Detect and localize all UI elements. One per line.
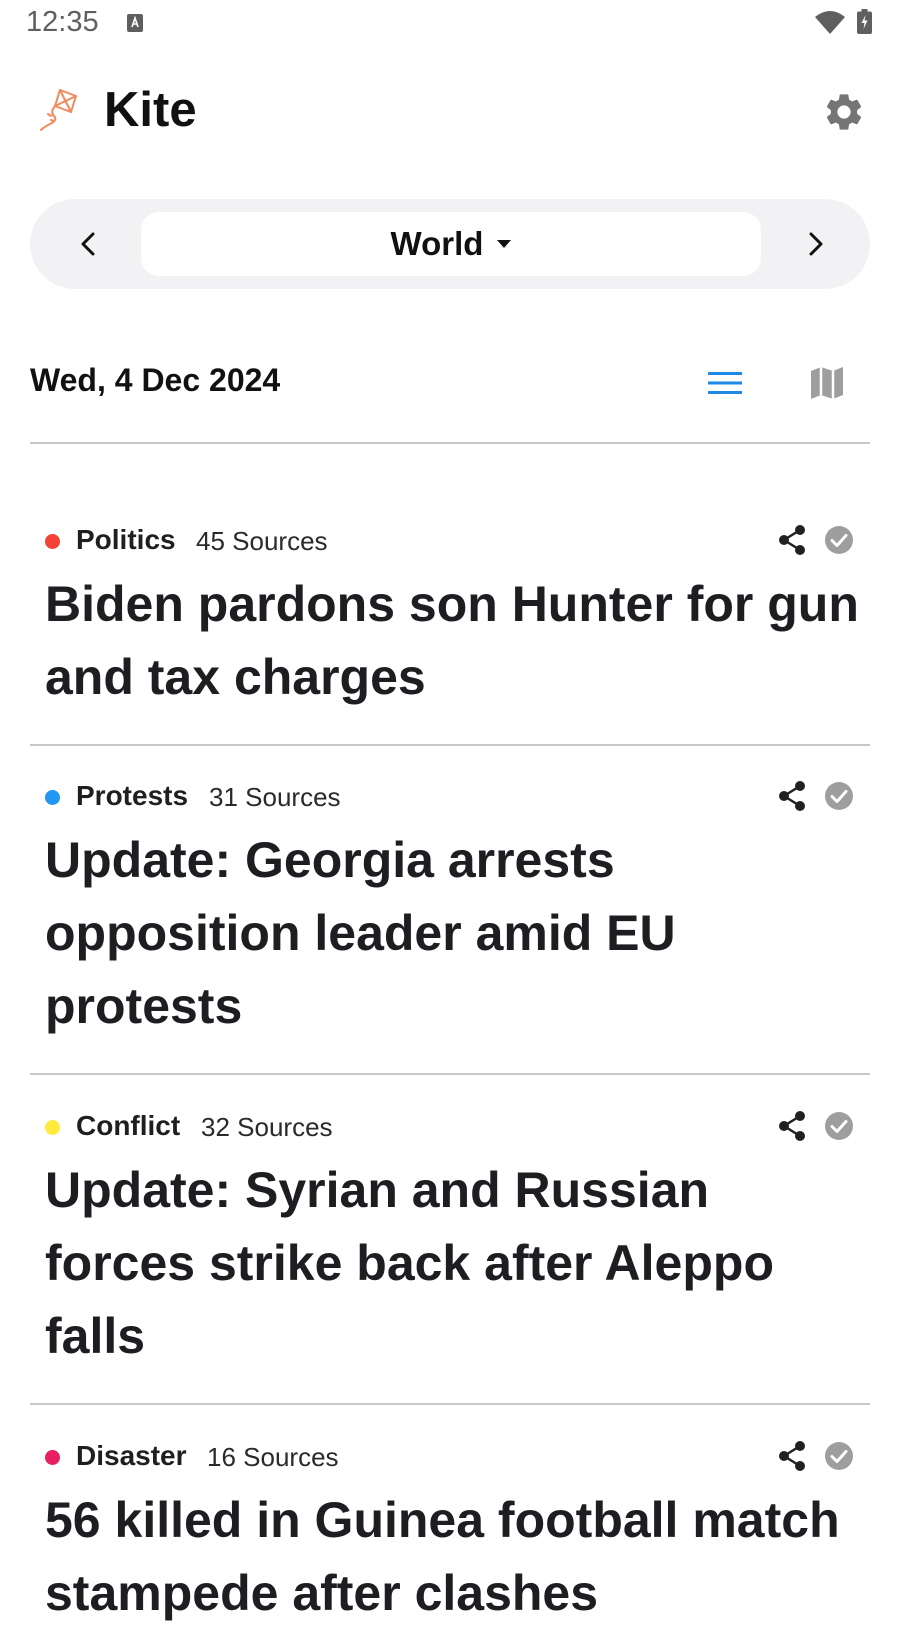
sources-count: 16 Sources xyxy=(207,1442,339,1472)
settings-button[interactable] xyxy=(820,88,868,136)
category-label: Protests xyxy=(76,780,189,811)
gear-icon xyxy=(826,94,862,130)
map-view-button[interactable] xyxy=(802,358,852,408)
region-label: World xyxy=(390,225,484,262)
mark-read-button[interactable] xyxy=(822,1109,856,1143)
divider xyxy=(30,1403,870,1405)
share-icon xyxy=(779,1441,805,1471)
region-dropdown[interactable]: World xyxy=(141,212,761,276)
check-circle-icon xyxy=(825,782,853,810)
region-selector: World xyxy=(30,199,870,289)
app-header: Kite xyxy=(0,80,900,146)
app-title: Kite xyxy=(104,83,197,137)
chevron-right-icon xyxy=(809,232,823,256)
kite-icon xyxy=(40,89,77,131)
category-label: Disaster xyxy=(76,1440,187,1471)
story-title: Update: Syrian and Russian forces strike… xyxy=(45,1162,774,1364)
wifi-icon xyxy=(815,11,845,34)
divider xyxy=(30,744,870,746)
text-notification-icon xyxy=(127,14,143,32)
category-label: Conflict xyxy=(76,1110,181,1141)
divider xyxy=(30,442,870,444)
date-row: Wed, 4 Dec 2024 xyxy=(30,358,870,408)
category-dot xyxy=(45,1450,60,1465)
check-circle-icon xyxy=(825,526,853,554)
category-dot xyxy=(45,790,60,805)
chevron-left-icon xyxy=(81,232,95,256)
mark-read-button[interactable] xyxy=(822,779,856,813)
share-button[interactable] xyxy=(774,778,810,814)
previous-region-button[interactable] xyxy=(64,219,114,269)
story-meta: Protests 31 Sources xyxy=(30,776,870,816)
sources-count: 31 Sources xyxy=(209,782,341,812)
map-icon xyxy=(811,367,843,399)
story-title: Biden pardons son Hunter for gun and tax… xyxy=(45,576,859,705)
story-meta: Conflict 32 Sources xyxy=(30,1106,870,1146)
sources-count: 32 Sources xyxy=(201,1112,333,1142)
check-circle-icon xyxy=(825,1112,853,1140)
list-view-icon xyxy=(708,372,742,394)
date-label: Wed, 4 Dec 2024 xyxy=(30,362,281,398)
category-label: Politics xyxy=(76,524,176,555)
share-button[interactable] xyxy=(774,1108,810,1144)
list-view-button[interactable] xyxy=(700,358,750,408)
share-icon xyxy=(779,781,805,811)
check-circle-icon xyxy=(825,1442,853,1470)
story-title: 56 killed in Guinea football match stamp… xyxy=(45,1492,840,1621)
share-button[interactable] xyxy=(774,522,810,558)
story-meta: Politics 45 Sources xyxy=(30,520,870,560)
story-meta: Disaster 16 Sources xyxy=(30,1436,870,1476)
share-icon xyxy=(779,1111,805,1141)
caret-down-icon xyxy=(497,240,512,248)
story-title: Update: Georgia arrests opposition leade… xyxy=(45,832,676,1034)
next-region-button[interactable] xyxy=(790,219,840,269)
status-time: 12:35 xyxy=(26,6,99,38)
category-dot xyxy=(45,534,60,549)
status-bar: 12:35 xyxy=(0,0,900,46)
divider xyxy=(30,1073,870,1075)
category-dot xyxy=(45,1120,60,1135)
sources-count: 45 Sources xyxy=(196,526,328,556)
battery-charging-icon xyxy=(857,9,872,34)
share-button[interactable] xyxy=(774,1438,810,1474)
share-icon xyxy=(779,525,805,555)
mark-read-button[interactable] xyxy=(822,523,856,557)
mark-read-button[interactable] xyxy=(822,1439,856,1473)
